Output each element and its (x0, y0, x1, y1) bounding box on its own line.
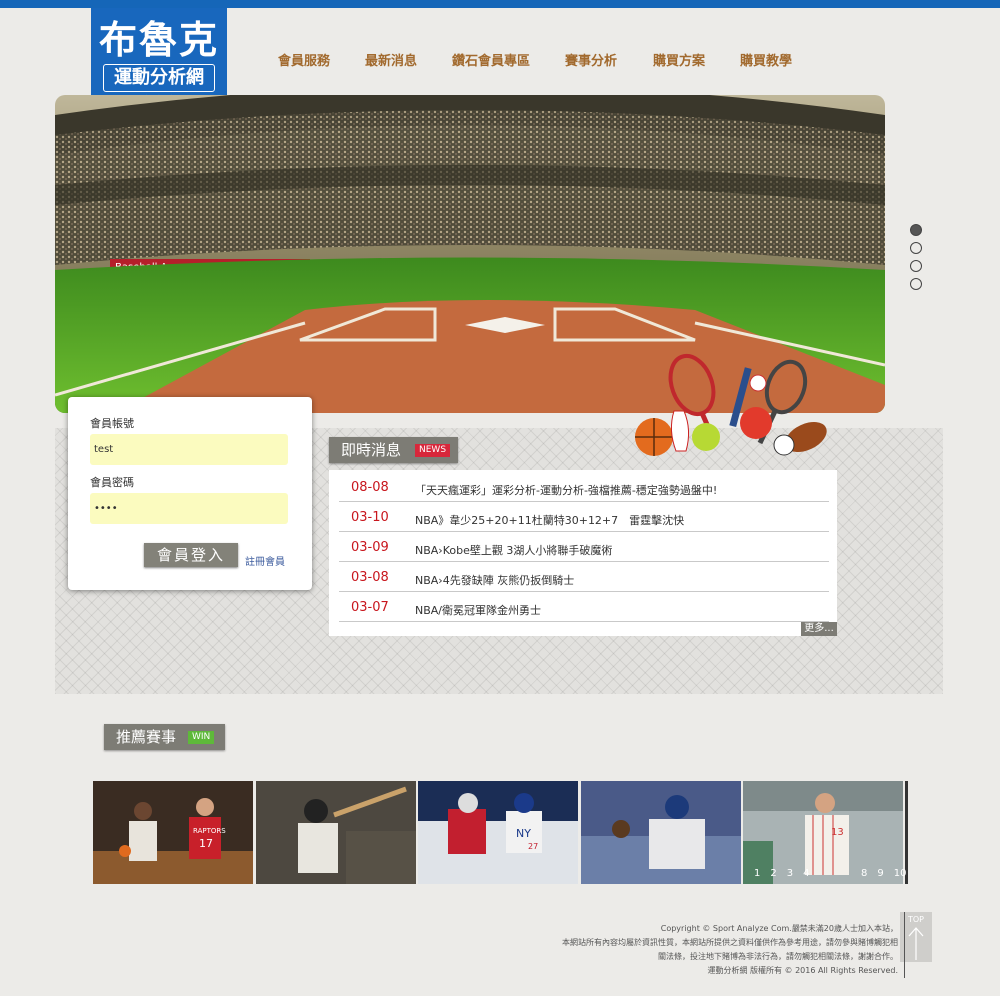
news-date: 03-10 (351, 510, 389, 525)
logo-sub-text: 運動分析網 (103, 64, 215, 92)
arrow-up-icon (908, 927, 924, 960)
slider-dot-3[interactable] (910, 260, 922, 272)
recommend-section-tag: 推薦賽事 WIN (104, 724, 225, 750)
news-title[interactable]: NBA》韋少25+20+11杜蘭特30+12+7 雷霆擊沈快 (415, 512, 684, 528)
footer-line-4: 運動分析網 版權所有 © 2016 All Rights Reserved. (707, 966, 898, 975)
photo-text-13: 13 (831, 827, 844, 838)
footer-line-3: 關法條，投注地下賭博為非法行為，請勿觸犯相關法條，謝謝合作。 (658, 952, 898, 961)
photo-pager-left[interactable]: 1 2 3 4 (754, 864, 809, 879)
nav-diamond-member[interactable]: 鑽石會員專區 (452, 50, 530, 69)
news-date: 08-08 (351, 480, 389, 495)
news-title[interactable]: NBA›Kobe壁上觀 3湖人小將聯手破魔術 (415, 542, 612, 558)
footer-divider (904, 912, 905, 978)
photo-pitcher[interactable] (581, 781, 741, 884)
photo-basketball[interactable]: RAPTORS 17 (93, 781, 253, 884)
password-label: 會員密碼 (90, 476, 134, 489)
logo-main-text: 布魯克 (98, 18, 219, 62)
slider-dot-1[interactable] (910, 224, 922, 236)
news-list: 08-08 「天天瘋運彩」運彩分析-運動分析-強檔推薦-穩定強勢過盤中! 03-… (329, 470, 837, 636)
login-panel: 會員帳號 會員密碼 會員登入 註冊會員 (68, 397, 312, 590)
news-section-tag: 即時消息 NEWS (329, 437, 458, 463)
news-date: 03-07 (351, 600, 389, 615)
photo-text-raptors: RAPTORS (193, 827, 226, 835)
footer-line-1: Copyright © Sport Analyze Com.嚴禁未滿20歲人士加… (660, 924, 898, 933)
password-input[interactable] (90, 493, 288, 524)
news-badge: NEWS (415, 444, 451, 457)
win-badge: WIN (188, 731, 215, 744)
account-label: 會員帳號 (90, 417, 134, 430)
footer-text: Copyright © Sport Analyze Com.嚴禁未滿20歲人士加… (478, 922, 898, 978)
account-input[interactable] (90, 434, 288, 465)
news-title[interactable]: NBA/衛冕冠軍隊金州勇士 (415, 602, 541, 618)
slider-dots (910, 224, 924, 296)
photo-text-27: 27 (528, 842, 538, 851)
news-item[interactable]: 03-08 NBA›4先發缺陣 灰熊仍扳倒騎士 (339, 562, 829, 592)
news-section-title: 即時消息 (341, 441, 402, 459)
news-title[interactable]: NBA›4先發缺陣 灰熊仍扳倒騎士 (415, 572, 574, 588)
news-item[interactable]: 03-10 NBA》韋少25+20+11杜蘭特30+12+7 雷霆擊沈快 (339, 502, 829, 532)
news-item[interactable]: 03-09 NBA›Kobe壁上觀 3湖人小將聯手破魔術 (339, 532, 829, 562)
photo-text-17: 17 (199, 837, 213, 850)
news-item[interactable]: 08-08 「天天瘋運彩」運彩分析-運動分析-強檔推薦-穩定強勢過盤中! (339, 472, 829, 502)
sports-balls-icon (635, 353, 827, 456)
news-date: 03-09 (351, 540, 389, 555)
nav-purchase-plan[interactable]: 購買方案 (653, 50, 705, 69)
news-title[interactable]: 「天天瘋運彩」運彩分析-運動分析-強檔推薦-穩定強勢過盤中! (415, 482, 717, 498)
nav-purchase-tutorial[interactable]: 購買教學 (740, 50, 792, 69)
slider-dot-2[interactable] (910, 242, 922, 254)
photo-text-ny: NY (516, 827, 531, 840)
login-button[interactable]: 會員登入 (144, 543, 238, 567)
photo-baseball[interactable] (256, 781, 416, 884)
recommend-section-title: 推薦賽事 (116, 728, 177, 746)
nav-latest-news[interactable]: 最新消息 (365, 50, 417, 69)
photo-pager-right[interactable]: 8 9 10 (861, 864, 906, 879)
nav-match-analysis[interactable]: 賽事分析 (565, 50, 617, 69)
nav-member-service[interactable]: 會員服務 (278, 50, 330, 69)
slider-dot-4[interactable] (910, 278, 922, 290)
register-link[interactable]: 註冊會員 (245, 553, 285, 568)
news-more-button[interactable]: 更多... (801, 622, 837, 636)
news-item[interactable]: 03-07 NBA/衛冕冠軍隊金州勇士 (339, 592, 829, 622)
news-date: 03-08 (351, 570, 389, 585)
top-bar (0, 0, 1000, 8)
photo-hockey[interactable]: NY 27 (418, 781, 578, 884)
footer-line-2: 本網站所有內容均屬於資訊性質，本網站所提供之資料僅供作為參考用途，請勿參與賭博觸… (562, 938, 898, 947)
